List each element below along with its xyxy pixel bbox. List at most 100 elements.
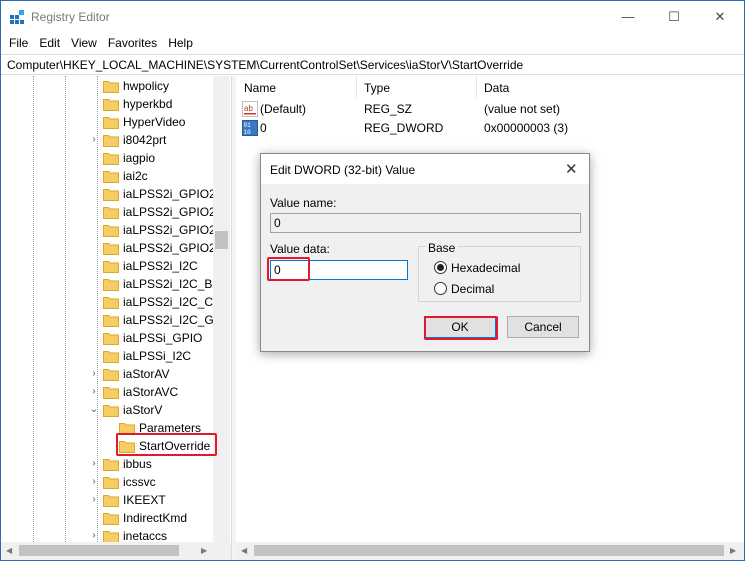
tree-item[interactable]: iagpio <box>1 149 217 167</box>
expand-chevron-icon[interactable]: › <box>89 134 99 146</box>
tree-item[interactable]: iaLPSS2i_I2C_CNL <box>1 293 217 311</box>
address-bar[interactable]: Computer\HKEY_LOCAL_MACHINE\SYSTEM\Curre… <box>1 54 744 75</box>
tree-item[interactable]: hwpolicy <box>1 77 217 95</box>
decimal-radio[interactable] <box>434 282 447 295</box>
menu-edit[interactable]: Edit <box>34 36 65 50</box>
decimal-label[interactable]: Decimal <box>451 282 494 296</box>
tree-item-label: iaLPSS2i_I2C_BXT_P <box>123 277 213 291</box>
window-title: Registry Editor <box>31 10 110 24</box>
tree-item[interactable]: IndirectKmd <box>1 509 217 527</box>
collapse-chevron-icon[interactable]: ⌄ <box>89 404 99 416</box>
folder-icon <box>103 205 119 219</box>
dword-value-icon: 01 10 <box>242 120 258 136</box>
tree-item[interactable]: iaLPSS2i_GPIO2_GLK <box>1 239 217 257</box>
folder-icon <box>103 295 119 309</box>
scroll-left-icon[interactable]: ◀ <box>6 546 12 555</box>
folder-icon <box>103 457 119 471</box>
menu-file[interactable]: File <box>4 36 33 50</box>
tree-item[interactable]: iaLPSS2i_GPIO2 <box>1 185 217 203</box>
minimize-button[interactable]: — <box>605 1 651 32</box>
svg-text:ab: ab <box>244 104 253 113</box>
list-horizontal-scrollbar[interactable]: ◀ ▶ <box>236 542 744 560</box>
tree-item[interactable]: iaLPSS2i_GPIO2_BXT_P <box>1 203 217 221</box>
column-data-header[interactable]: Data <box>484 81 509 95</box>
tree-vertical-scrollbar[interactable] <box>213 76 230 542</box>
registry-editor-app-icon <box>10 10 24 24</box>
folder-icon <box>103 241 119 255</box>
hexadecimal-label[interactable]: Hexadecimal <box>451 261 520 275</box>
value-name: (Default) <box>260 102 307 116</box>
maximize-button[interactable]: ☐ <box>651 1 697 32</box>
folder-icon <box>103 331 119 345</box>
tree-item[interactable]: iaLPSS2i_I2C_BXT_P <box>1 275 217 293</box>
tree-horizontal-scrollbar[interactable]: ◀ ▶ <box>1 542 231 560</box>
value-type: REG_DWORD <box>364 121 444 135</box>
value-data: 0x00000003 (3) <box>484 121 569 135</box>
tree-item-label: iaStorAVC <box>123 385 179 399</box>
list-hscroll-thumb[interactable] <box>254 545 724 556</box>
key-tree: hwpolicy hyperkbd HyperVideo › i8042prt iagpi… <box>1 76 231 542</box>
tree-item[interactable]: HyperVideo <box>1 113 217 131</box>
startoverride-highlight <box>116 433 217 456</box>
dialog-close-icon[interactable]: ✕ <box>565 160 578 178</box>
tree-item[interactable]: › IKEEXT <box>1 491 217 509</box>
svg-text:10: 10 <box>244 129 252 136</box>
value-row-0[interactable]: 01 10 0 REG_DWORD 0x00000003 (3) <box>236 119 736 137</box>
tree-item[interactable]: iaLPSSi_GPIO <box>1 329 217 347</box>
hexadecimal-radio[interactable] <box>434 261 447 274</box>
tree-item[interactable]: › i8042prt <box>1 131 217 149</box>
tree-item[interactable]: iaLPSS2i_I2C <box>1 257 217 275</box>
dialog-title-bar: Edit DWORD (32-bit) Value ✕ <box>261 154 589 184</box>
tree-item[interactable]: iai2c <box>1 167 217 185</box>
tree-item[interactable]: iaLPSS2i_GPIO2_CNL <box>1 221 217 239</box>
column-name-header[interactable]: Name <box>244 81 276 95</box>
tree-item-label: hwpolicy <box>123 79 170 93</box>
value-data: (value not set) <box>484 102 561 116</box>
value-data-highlight <box>267 257 310 281</box>
expand-chevron-icon[interactable]: › <box>89 458 99 470</box>
folder-icon <box>103 511 119 525</box>
tree-item[interactable]: › icssvc <box>1 473 217 491</box>
value-row-default[interactable]: ab (Default) REG_SZ (value not set) <box>236 100 736 118</box>
tree-item[interactable]: iaLPSSi_I2C <box>1 347 217 365</box>
menu-view[interactable]: View <box>66 36 102 50</box>
tree-item-label: iaLPSS2i_GPIO2 <box>123 187 213 201</box>
ok-button-highlight <box>424 316 498 340</box>
scroll-right-icon[interactable]: ▶ <box>201 546 207 555</box>
expand-chevron-icon[interactable]: › <box>89 386 99 398</box>
menu-bar: File Edit View Favorites Help <box>1 33 744 53</box>
column-type-header[interactable]: Type <box>364 81 390 95</box>
tree-item-label: IndirectKmd <box>123 511 188 525</box>
menu-favorites[interactable]: Favorites <box>103 36 162 50</box>
registry-editor-window: Registry Editor — ☐ ✕ File Edit View Fav… <box>0 0 745 561</box>
close-window-button[interactable]: ✕ <box>697 1 743 32</box>
expand-chevron-icon[interactable]: › <box>89 494 99 506</box>
scroll-right-icon[interactable]: ▶ <box>730 546 736 555</box>
svg-text:01: 01 <box>244 122 252 129</box>
folder-icon <box>103 403 119 417</box>
tree-item-label: iaStorV <box>123 403 163 417</box>
tree-item[interactable]: › inetaccs <box>1 527 217 542</box>
tree-item[interactable]: iaLPSS2i_I2C_GLK <box>1 311 217 329</box>
tree-item[interactable]: hyperkbd <box>1 95 217 113</box>
tree-item[interactable]: › iaStorAVC <box>1 383 217 401</box>
expand-chevron-icon[interactable]: › <box>89 476 99 488</box>
tree-scroll-thumb[interactable] <box>215 231 228 249</box>
tree-item[interactable]: › iaStorAV <box>1 365 217 383</box>
cancel-button[interactable]: Cancel <box>507 316 579 338</box>
column-divider[interactable] <box>356 76 357 98</box>
menu-help[interactable]: Help <box>163 36 198 50</box>
dialog-title: Edit DWORD (32-bit) Value <box>270 163 416 177</box>
tree-hscroll-thumb[interactable] <box>19 545 179 556</box>
tree-item-label: iaLPSS2i_GPIO2_CNL <box>123 223 213 237</box>
tree-item[interactable]: ⌄ iaStorV <box>1 401 217 419</box>
expand-chevron-icon[interactable]: › <box>89 368 99 380</box>
expand-chevron-icon[interactable]: › <box>89 530 99 542</box>
edit-dword-dialog: Edit DWORD (32-bit) Value ✕ Value name: … <box>260 153 590 352</box>
folder-icon <box>103 169 119 183</box>
folder-icon <box>103 277 119 291</box>
column-divider[interactable] <box>476 76 477 98</box>
string-value-icon: ab <box>242 101 258 117</box>
tree-item[interactable]: › ibbus <box>1 455 217 473</box>
scroll-left-icon[interactable]: ◀ <box>241 546 247 555</box>
